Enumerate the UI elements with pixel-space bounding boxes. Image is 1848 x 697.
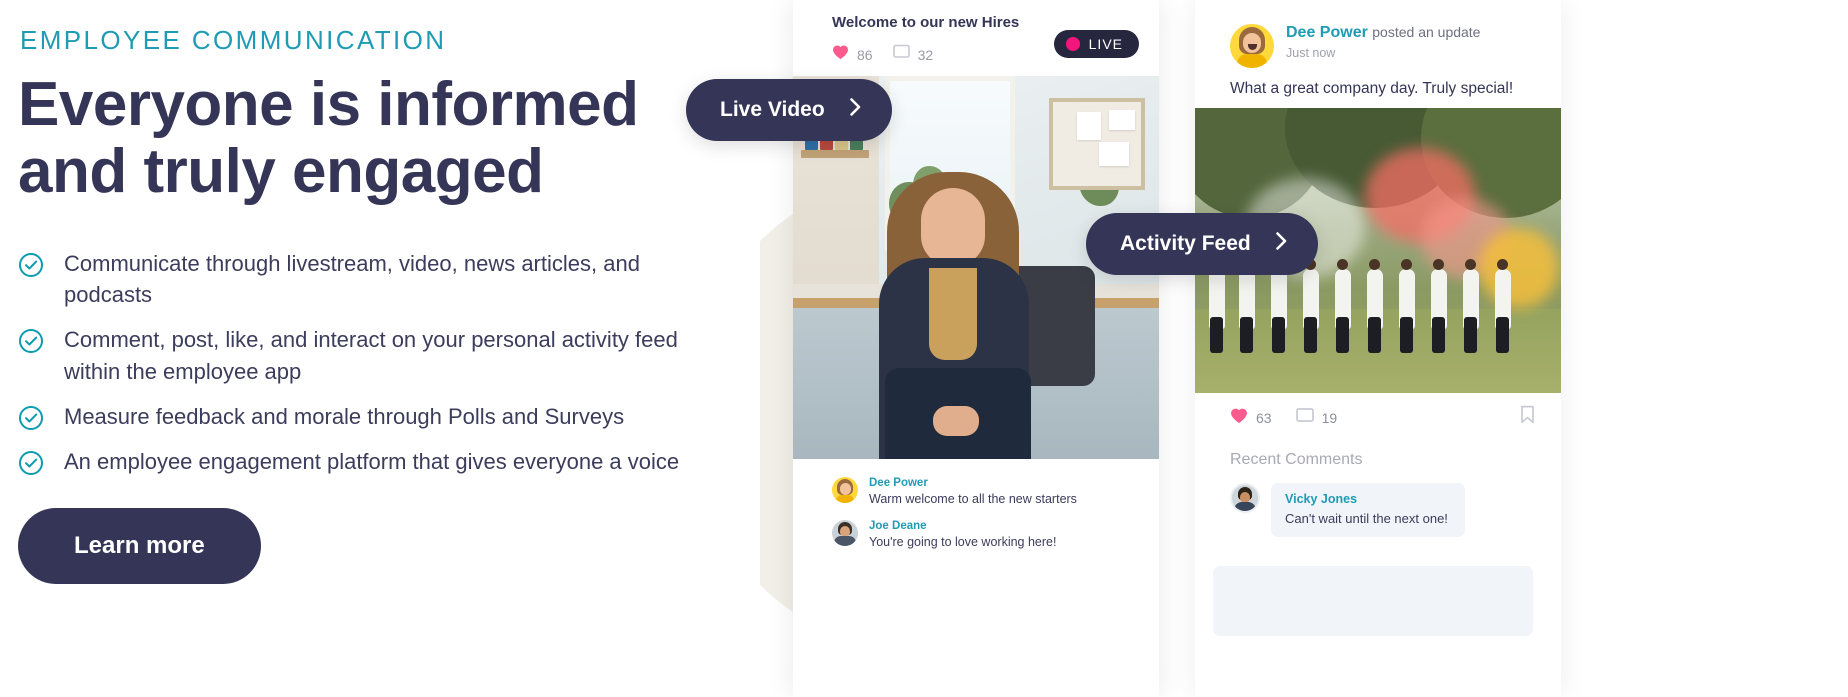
list-item: Joe Deane You're going to love working h… [832,520,1159,549]
recent-comments-label: Recent Comments [1230,451,1363,468]
post-metrics: 63 19 [1195,393,1561,429]
avatar[interactable] [1230,483,1260,513]
check-circle-icon [18,450,44,476]
learn-more-button[interactable]: Learn more [18,508,261,584]
feature-list: Communicate through livestream, video, n… [18,248,698,491]
chevron-right-icon [849,97,862,123]
live-video-callout-button[interactable]: Live Video [686,79,892,141]
list-item: Measure feedback and morale through Poll… [18,401,698,432]
post-text: What a great company day. Truly special! [1230,80,1514,97]
comment-text: Can't wait until the next one! [1285,511,1448,526]
comment-bubble: Vicky Jones Can't wait until the next on… [1271,483,1465,537]
comment-icon [892,44,910,65]
list-item: Dee Power Warm welcome to all the new st… [832,477,1159,506]
post-image-person-head [1465,259,1476,270]
check-circle-icon [18,328,44,354]
headline-line-2: and truly engaged [18,136,544,206]
avatar [832,520,858,546]
list-item: Comment, post, like, and interact on you… [18,324,698,386]
video-note [1077,112,1101,140]
livestream-comment-list: Dee Power Warm welcome to all the new st… [793,459,1159,549]
post-image-person-head [1433,259,1444,270]
post-image-person-head [1497,259,1508,270]
post-author-line: Dee Power posted an update [1286,24,1480,41]
video-subject-face [921,188,985,266]
post-image-person-leg [1368,317,1381,353]
livestream-title: Welcome to our new Hires [832,14,1020,31]
post-action-text: posted an update [1372,24,1481,40]
page-title: Everyone is informed and truly engaged [18,70,718,206]
headline-line-1: Everyone is informed [18,70,639,139]
post-image-person-leg [1210,317,1223,353]
comment-body: Joe Deane You're going to love working h… [869,520,1056,549]
post-author-name[interactable]: Dee Power [1286,24,1368,41]
comment-author[interactable]: Joe Deane [869,520,1056,532]
list-item-label: Comment, post, like, and interact on you… [64,327,678,384]
post-image-person-leg [1240,317,1253,353]
live-video-label: Live Video [720,98,825,121]
like-metric[interactable]: 86 [832,44,873,65]
status-badge: LIVE [1053,30,1139,58]
post-image-person-leg [1400,317,1413,353]
post-image-person-head [1369,259,1380,270]
check-circle-icon [18,252,44,278]
avatar-body [1237,54,1267,68]
post-image-person-leg [1496,317,1509,353]
comment-text: Warm welcome to all the new starters [869,492,1077,506]
post-timestamp: Just now [1286,46,1336,60]
post-image-person-leg [1336,317,1349,353]
post-image-smoke [1479,228,1559,308]
post-image-person-leg [1432,317,1445,353]
hero-section: EMPLOYEE COMMUNICATION Everyone is infor… [0,0,760,697]
post-image-person-leg [1304,317,1317,353]
list-item: Communicate through livestream, video, n… [18,248,698,310]
page-root: EMPLOYEE COMMUNICATION Everyone is infor… [0,0,1848,697]
post-author-block: Dee Power posted an update Just now [1286,24,1480,60]
comment-count: 19 [1321,410,1338,426]
list-item-label: Measure feedback and morale through Poll… [64,403,625,429]
list-item: An employee engagement platform that giv… [18,446,698,477]
post-header: Dee Power posted an update Just now [1195,0,1561,68]
check-circle-icon [18,405,44,431]
list-item: Vicky Jones Can't wait until the next on… [1195,469,1561,537]
livestream-card-header: Welcome to our new Hires 86 32 LIVE [793,0,1159,76]
video-shelf [801,150,869,158]
post-image-person-head [1401,259,1412,270]
activity-feed-label: Activity Feed [1120,232,1251,255]
like-metric[interactable]: 63 [1230,407,1272,429]
comment-bubble-partial [1213,566,1533,636]
list-item-label: Communicate through livestream, video, n… [64,251,640,308]
live-dot-icon [1065,37,1080,51]
like-count: 86 [857,46,873,63]
avatar[interactable] [1230,24,1274,68]
comment-author[interactable]: Dee Power [869,477,1077,489]
comment-body: Dee Power Warm welcome to all the new st… [869,477,1077,506]
live-badge-label: LIVE [1088,36,1123,52]
comment-icon [1295,407,1314,429]
comment-text: You're going to love working here! [869,535,1057,549]
heart-icon [1230,407,1248,429]
avatar [832,477,858,503]
comment-count: 32 [917,46,934,63]
avatar-body [1234,502,1256,511]
like-count: 63 [1256,410,1272,426]
post-image-person-leg [1272,317,1285,353]
heart-icon [832,44,849,65]
eyebrow-label: EMPLOYEE COMMUNICATION [20,25,447,55]
post-image-person-leg [1464,317,1477,353]
avatar-face [1243,33,1261,53]
video-note [1099,142,1129,166]
comment-metric[interactable]: 32 [892,44,934,65]
post-image-person-head [1337,259,1348,270]
video-subject-hands [933,406,979,436]
video-subject-shirt [929,268,977,360]
bookmark-icon[interactable] [1520,405,1535,429]
chevron-right-icon [1275,231,1288,257]
video-note [1109,110,1135,130]
comment-author[interactable]: Vicky Jones [1285,492,1451,506]
list-item-label: An employee engagement platform that giv… [64,449,680,475]
comment-metric[interactable]: 19 [1295,407,1338,429]
activity-feed-callout-button[interactable]: Activity Feed [1086,213,1318,275]
